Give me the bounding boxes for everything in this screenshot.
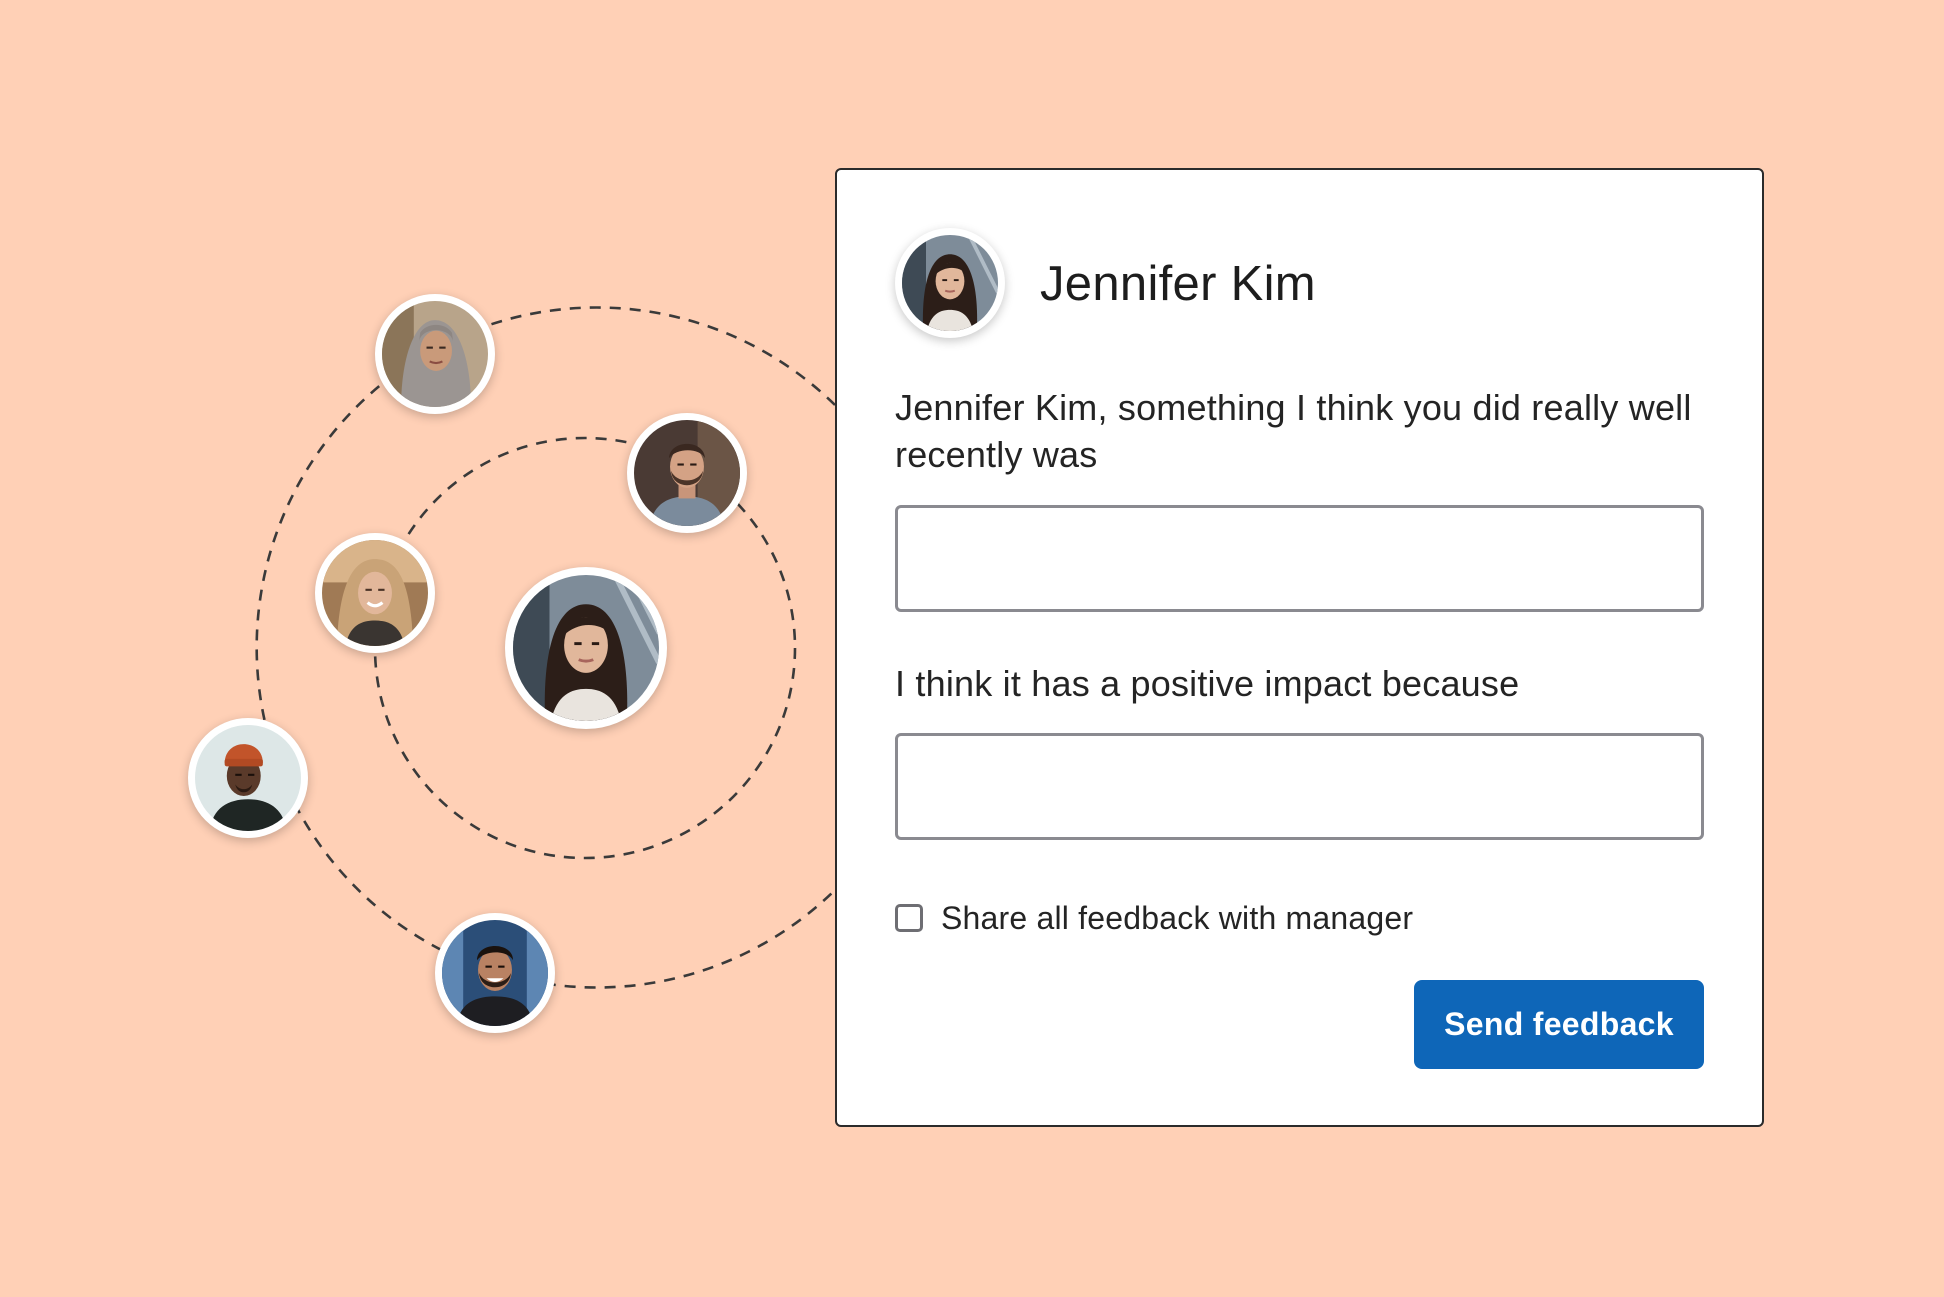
feedback-prompt-1: Jennifer Kim, something I think you did … [895,387,1692,475]
person-avatar-icon [513,575,659,721]
person-avatar-icon [322,540,428,646]
avatar-jennifer-kim-network [505,567,667,729]
person-avatar-icon [902,235,998,331]
avatar-man-orange-beanie [188,718,308,838]
recipient-avatar [895,228,1005,338]
share-with-manager-label[interactable]: Share all feedback with manager [941,900,1413,937]
avatar-woman-headscarf [375,294,495,414]
send-feedback-button[interactable]: Send feedback [1414,980,1704,1069]
illustration-canvas: Jennifer Kim Jennifer Kim, something I t… [0,0,1944,1297]
feedback-field-1[interactable] [895,505,1704,612]
person-avatar-icon [195,725,301,831]
recipient-name: Jennifer Kim [1040,257,1316,311]
feedback-field-2[interactable] [895,733,1704,840]
avatar-man-beard [627,413,747,533]
person-avatar-icon [442,920,548,1026]
feedback-prompt-2: I think it has a positive impact because [895,663,1520,704]
avatar-man-smiling [435,913,555,1033]
share-with-manager-row[interactable]: Share all feedback with manager [895,894,1413,942]
person-avatar-icon [382,301,488,407]
avatar-woman-blonde [315,533,435,653]
share-with-manager-checkbox[interactable] [895,904,923,932]
feedback-card: Jennifer Kim Jennifer Kim, something I t… [835,168,1764,1127]
person-avatar-icon [634,420,740,526]
